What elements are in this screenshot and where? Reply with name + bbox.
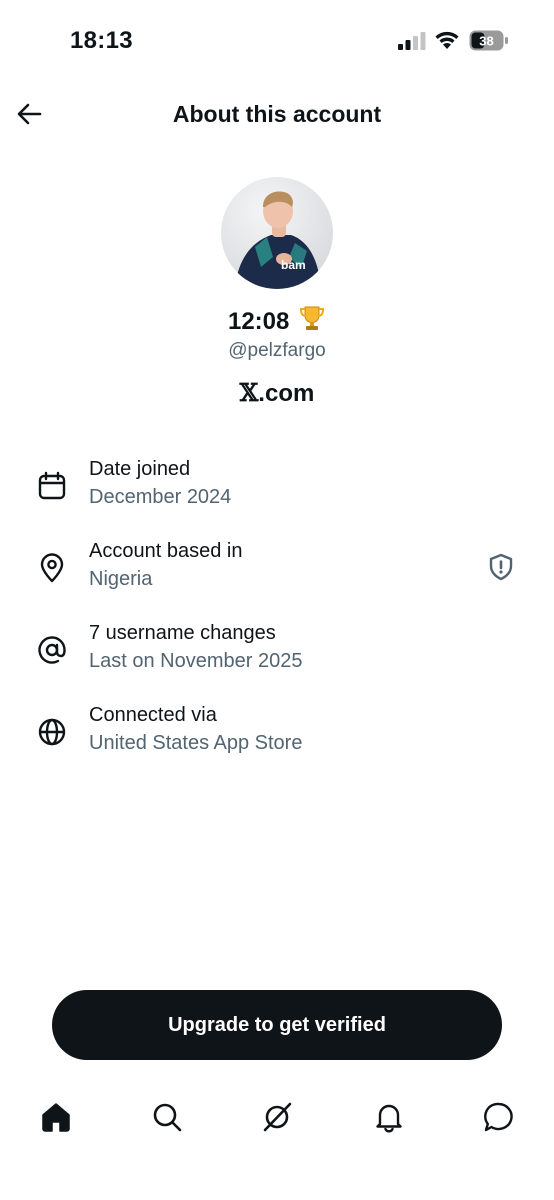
- row-subtitle: United States App Store: [89, 732, 303, 754]
- row-title: Connected via: [89, 704, 217, 726]
- bottom-nav: [0, 1088, 554, 1148]
- battery-icon: 38: [469, 30, 508, 51]
- info-row-connected-via: Connected via United States App Store: [0, 704, 554, 768]
- display-name: 12:08: [0, 304, 554, 336]
- trophy-icon: [300, 306, 325, 330]
- status-bar: 18:13 38: [0, 0, 554, 80]
- display-name-text: 12:08: [227, 308, 290, 335]
- platform-label: 𝕏.com: [0, 378, 554, 408]
- shield-alert-icon[interactable]: [486, 552, 516, 582]
- row-subtitle: December 2024: [89, 486, 232, 508]
- shirt-sponsor-text: bam: [281, 258, 306, 272]
- grok-icon[interactable]: [260, 1100, 294, 1134]
- handle: @pelzfargo: [228, 340, 326, 361]
- calendar-icon: [38, 471, 66, 500]
- platform-suffix: .com: [258, 380, 315, 407]
- globe-icon: [38, 718, 66, 746]
- row-title: Account based in: [89, 540, 243, 562]
- row-subtitle: Nigeria: [89, 568, 153, 590]
- messages-icon[interactable]: [482, 1100, 516, 1134]
- row-title: 7 username changes: [89, 622, 276, 644]
- x-logo-icon: 𝕏: [239, 378, 259, 407]
- home-icon[interactable]: [39, 1100, 73, 1134]
- battery-level: 38: [479, 34, 493, 49]
- page-title: About this account: [172, 101, 382, 127]
- info-row-date-joined: Date joined December 2024: [0, 458, 554, 522]
- search-icon[interactable]: [150, 1100, 184, 1134]
- header: About this account: [0, 84, 554, 146]
- bell-icon[interactable]: [372, 1100, 406, 1134]
- row-title: Date joined: [89, 458, 191, 480]
- cellular-signal-icon: [398, 32, 426, 50]
- avatar[interactable]: bam: [221, 177, 333, 289]
- location-pin-icon: [40, 553, 64, 583]
- upgrade-button[interactable]: Upgrade to get verified: [52, 990, 502, 1060]
- info-row-account-based-in: Account based in Nigeria: [0, 540, 554, 604]
- wifi-icon: [435, 31, 459, 49]
- info-row-username-changes: 7 username changes Last on November 2025: [0, 622, 554, 686]
- avatar-photo: bam: [221, 177, 333, 289]
- row-subtitle: Last on November 2025: [89, 650, 303, 672]
- at-sign-icon: [38, 636, 66, 664]
- status-time: 18:13: [70, 27, 133, 54]
